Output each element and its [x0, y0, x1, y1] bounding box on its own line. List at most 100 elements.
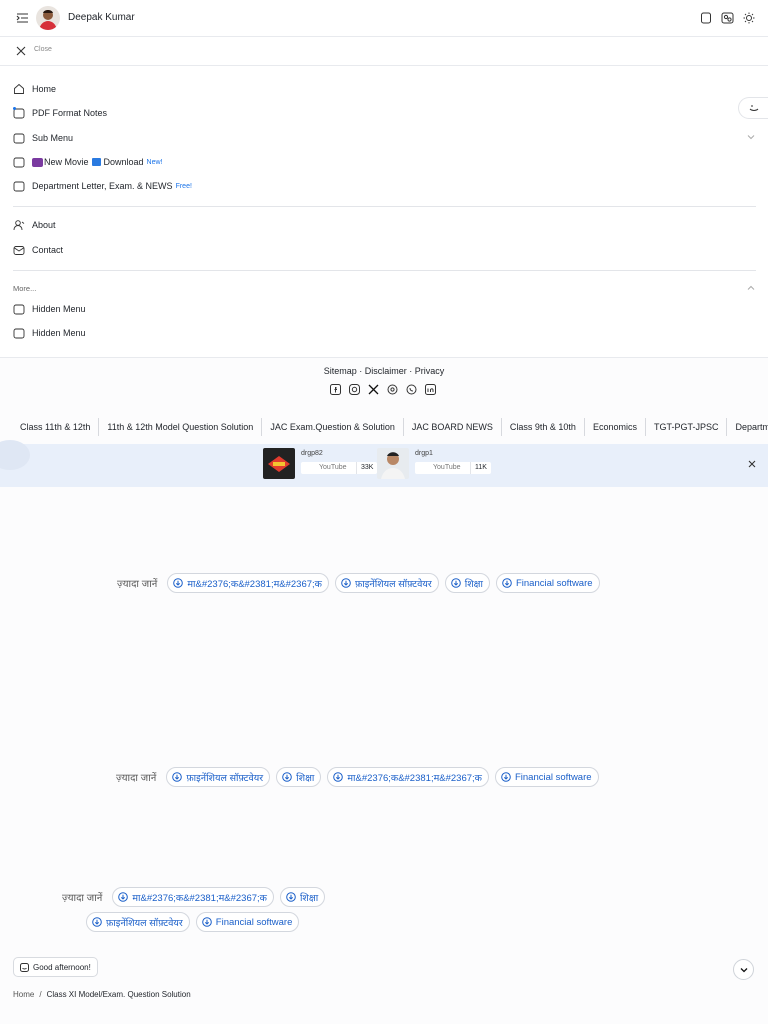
chevron-down-icon[interactable]: [747, 134, 755, 140]
chip-label: फ़ाइनेंशियल सॉफ़्टवेयर: [186, 772, 264, 784]
label-link[interactable]: TGT-PGT-JPSC: [646, 418, 728, 436]
related-chip[interactable]: शिक्षा: [276, 767, 322, 787]
whatsapp-icon[interactable]: [406, 384, 417, 395]
greeting-text: Good afternoon!: [33, 962, 91, 972]
arrow-circle-icon: [341, 578, 351, 588]
instagram-icon[interactable]: [349, 384, 360, 395]
more-toggle[interactable]: More...: [13, 284, 36, 293]
menu-item-label: Contact: [32, 245, 64, 255]
bookmark-icon[interactable]: [700, 12, 712, 24]
language-icon[interactable]: [721, 12, 734, 24]
theme-sun-icon[interactable]: [743, 12, 755, 24]
menu-item-label: Hidden Menu: [32, 304, 86, 314]
label-link[interactable]: Class 11th & 12th: [0, 418, 100, 436]
linkedin-icon[interactable]: [425, 384, 436, 395]
folder-icon: [13, 133, 25, 144]
subscribe-button[interactable]: YouTube 33K: [301, 462, 378, 474]
user-icon: [13, 220, 25, 231]
related-chip[interactable]: मा&#2376;क&#2381;म&#2367;क: [112, 887, 274, 907]
floating-action-icon[interactable]: [738, 97, 768, 119]
menu-item-sub-menu[interactable]: Sub Menu: [13, 129, 73, 147]
related-searches: ज़्यादा जानें फ़ाइनेंशियल सॉफ़्टवेयर शिक…: [116, 767, 599, 787]
label-link[interactable]: JAC BOARD NEWS: [404, 418, 502, 436]
label-link[interactable]: Department: [727, 418, 768, 436]
chevron-up-icon[interactable]: [747, 285, 755, 291]
related-chip[interactable]: Financial software: [495, 573, 600, 593]
threads-icon[interactable]: [387, 384, 398, 395]
menu-item-new-movie[interactable]: New Movie Download New!: [13, 153, 163, 171]
user-name: Deepak Kumar: [68, 12, 135, 23]
free-badge: Free!: [175, 182, 192, 190]
menu-item-pdf-notes[interactable]: PDF Format Notes: [13, 104, 107, 122]
related-chip[interactable]: मा&#2376;क&#2381;म&#2367;क: [327, 767, 489, 787]
menu-divider: [13, 270, 756, 271]
menu-item-department[interactable]: Department Letter, Exam. & NEWS Free!: [13, 177, 192, 195]
footer-links: Sitemap · Disclaimer · Privacy: [0, 366, 768, 376]
breadcrumb-current[interactable]: Class XI Model/Exam. Question Solution: [47, 990, 191, 999]
chip-label: शिक्षा: [464, 578, 483, 590]
arrow-circle-icon: [173, 578, 184, 588]
folder-icon: [13, 107, 25, 119]
close-label[interactable]: Close: [34, 46, 52, 53]
subscriber-count: 11K: [470, 462, 491, 474]
label-link[interactable]: Class 9th & 10th: [502, 418, 585, 436]
related-chip[interactable]: शिक्षा: [279, 887, 326, 907]
related-chip[interactable]: Financial software: [494, 767, 599, 787]
menu-item-label: Home: [32, 84, 57, 94]
related-searches: ज़्यादा जानें मा&#2376;क&#2381;म&#2367;क…: [117, 573, 600, 593]
scroll-down-button[interactable]: [733, 959, 754, 980]
menu-item-label: Hidden Menu: [32, 328, 86, 338]
chip-label: मा&#2376;क&#2381;म&#2367;क: [132, 892, 267, 904]
arrow-circle-icon: [286, 892, 296, 902]
arrow-circle-icon: [172, 772, 183, 782]
chip-label: फ़ाइनेंशियल सॉफ़्टवेयर: [106, 917, 183, 929]
menu-item-home[interactable]: Home: [13, 80, 56, 98]
menu-item-about[interactable]: About: [13, 216, 56, 234]
label-link[interactable]: Economics: [585, 418, 646, 436]
chip-label: शिक्षा: [299, 892, 319, 904]
close-bar: Close: [0, 37, 768, 66]
channel-name: drgp82: [301, 450, 323, 457]
chip-label: Financial software: [514, 771, 592, 783]
close-icon[interactable]: [16, 46, 26, 56]
chevron-down-icon: [740, 967, 747, 972]
menu-divider: [13, 206, 756, 207]
related-chip[interactable]: Financial software: [195, 912, 300, 932]
breadcrumb-separator: /: [39, 990, 42, 999]
related-chip[interactable]: फ़ाइनेंशियल सॉफ़्टवेयर: [86, 912, 190, 932]
side-menu: Home PDF Format Notes Sub Menu New Movie…: [0, 66, 768, 358]
menu-item-label: New Movie: [44, 157, 89, 167]
related-chip[interactable]: फ़ाइनेंशियल सॉफ़्टवेयर: [334, 573, 439, 593]
label-link[interactable]: JAC Exam.Question & Solution: [262, 418, 404, 436]
facebook-icon[interactable]: [330, 384, 341, 395]
menu-item-hidden[interactable]: Hidden Menu: [13, 300, 86, 318]
related-chip[interactable]: शिक्षा: [444, 573, 490, 593]
folder-icon: [13, 157, 25, 168]
menu-item-hidden[interactable]: Hidden Menu: [13, 324, 86, 342]
channel-thumbnail: [377, 448, 409, 479]
new-badge: New!: [146, 158, 163, 166]
greeting-badge[interactable]: Good afternoon!: [13, 957, 98, 977]
breadcrumb-home[interactable]: Home: [13, 990, 34, 999]
close-icon[interactable]: [748, 460, 756, 468]
avatar[interactable]: [36, 6, 60, 30]
chip-label: Financial software: [515, 577, 593, 589]
label-link[interactable]: 11th & 12th Model Question Solution: [99, 418, 263, 436]
menu-item-contact[interactable]: Contact: [13, 241, 63, 259]
privacy-link[interactable]: Privacy: [415, 366, 445, 376]
youtube-channel-card[interactable]: drgp1 YouTube 11K: [377, 448, 491, 479]
sidebar-toggle-icon[interactable]: [16, 12, 29, 24]
related-lead: ज़्यादा जानें: [62, 893, 103, 904]
youtube-label: YouTube: [301, 462, 356, 474]
sitemap-link[interactable]: Sitemap: [324, 366, 357, 376]
youtube-channel-card[interactable]: drgp82 YouTube 33K: [263, 448, 378, 479]
subscribe-button[interactable]: YouTube 11K: [415, 462, 491, 474]
folder-icon: [13, 181, 25, 192]
chip-label: फ़ाइनेंशियल सॉफ़्टवेयर: [354, 578, 432, 590]
related-chip[interactable]: मा&#2376;क&#2381;म&#2367;क: [167, 573, 329, 593]
disclaimer-link[interactable]: Disclaimer: [365, 366, 407, 376]
related-searches: ज़्यादा जानें मा&#2376;क&#2381;म&#2367;क…: [62, 887, 326, 907]
arrow-circle-icon: [502, 578, 512, 588]
x-icon[interactable]: [368, 384, 379, 395]
related-chip[interactable]: फ़ाइनेंशियल सॉफ़्टवेयर: [166, 767, 271, 787]
